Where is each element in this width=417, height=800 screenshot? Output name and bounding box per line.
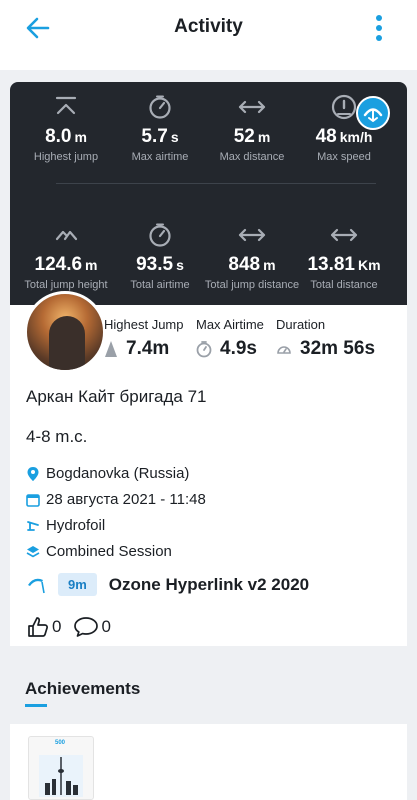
more-options-button[interactable] (367, 14, 391, 42)
app-header: Activity (0, 0, 417, 70)
stat-value: 5.7 (141, 126, 168, 147)
stat-unit: km/h (339, 129, 373, 145)
double-arrow-icon (330, 228, 358, 242)
height-triangle-icon (105, 341, 117, 357)
stat-label: Highest jump (33, 151, 99, 163)
stat-value: 13.81 (307, 254, 355, 275)
stopwatch-icon (196, 341, 212, 358)
stat-unit: m (85, 257, 98, 273)
sport-text: Hydrofoil (46, 517, 106, 534)
stopwatch-icon (149, 223, 171, 247)
achievement-card[interactable]: 500 (28, 736, 94, 800)
stats-panel: 8.0 m Highest jump 5.7 s Max airtime 52 m M… (10, 82, 407, 305)
summary-value: 32m 56s (300, 338, 376, 359)
stopwatch-icon (149, 95, 171, 119)
achievement-number: 500 (55, 740, 66, 746)
stat-label: Total jump height (24, 279, 108, 291)
sport-row: Hydrofoil (26, 517, 105, 534)
session-type-text: Combined Session (46, 543, 172, 560)
stat-label: Max distance (219, 151, 285, 163)
achievements-underline (25, 704, 47, 707)
stat-max-airtime: 5.7 s Max airtime (112, 94, 208, 163)
page-title: Activity (174, 16, 243, 37)
stats-divider (56, 183, 376, 184)
hydrofoil-icon (27, 520, 39, 531)
session-summary: Highest Jump 7.4m Max Airtime 4.9s Durat… (104, 317, 404, 365)
jump-up-icon (55, 96, 77, 115)
stat-value: 8.0 (45, 126, 72, 147)
calendar-icon (26, 493, 40, 507)
stat-unit: Km (357, 257, 381, 273)
stat-total-jump-height: 124.6 m Total jump height (18, 222, 114, 291)
social-row: 0 0 (26, 615, 123, 639)
stat-value: 124.6 (34, 254, 83, 275)
kite-icon (28, 578, 45, 593)
avatar[interactable] (24, 291, 106, 373)
double-arrow-icon (238, 100, 266, 114)
stat-label: Total jump distance (204, 279, 300, 291)
jump-up-double-icon (55, 230, 78, 241)
session-type-row: Combined Session (26, 543, 172, 560)
comment-count: 0 (101, 617, 111, 636)
location-row[interactable]: Bogdanovka (Russia) (26, 465, 189, 482)
summary-label: Duration (276, 317, 326, 332)
achievements-heading: Achievements (25, 679, 141, 698)
session-title: Аркан Кайт бригада 71 (26, 387, 207, 406)
stat-value: 848 (228, 254, 261, 275)
summary-label: Highest Jump (104, 317, 184, 332)
duration-icon (277, 346, 291, 354)
stat-total-airtime: 93.5 s Total airtime (112, 222, 208, 291)
like-count: 0 (52, 617, 62, 636)
date-row: 28 августа 2021 - 11:48 (26, 491, 206, 508)
stat-value: 48 (315, 126, 337, 147)
summary-value: 4.9s (220, 338, 257, 359)
summary-duration: Duration 32m 56s (276, 317, 375, 360)
city-skyline-icon (39, 755, 83, 797)
stat-unit: m (257, 129, 271, 145)
location-pin-icon (27, 466, 39, 481)
stat-label: Total distance (310, 279, 378, 291)
stat-unit: m (74, 129, 87, 145)
stat-highest-jump: 8.0 m Highest jump (18, 94, 114, 163)
avatar-person-silhouette (49, 316, 85, 370)
summary-label: Max Airtime (196, 317, 264, 332)
location-text: Bogdanovka (Russia) (46, 465, 190, 482)
layers-icon (26, 545, 40, 557)
sport-badge-icon (356, 96, 390, 130)
comment-icon[interactable] (73, 616, 99, 638)
speedometer-icon (331, 94, 357, 120)
stat-unit: s (176, 257, 184, 273)
summary-highest-jump: Highest Jump 7.4m (104, 317, 183, 360)
stat-value: 93.5 (136, 254, 174, 275)
session-card: Highest Jump 7.4m Max Airtime 4.9s Durat… (10, 291, 407, 646)
thumbs-up-icon[interactable] (26, 615, 50, 639)
stat-unit: m (263, 257, 276, 273)
kite-name: Ozone Hyperlink v2 2020 (108, 574, 310, 594)
kite-size-badge: 9m (58, 573, 97, 596)
stat-unit: s (170, 129, 179, 145)
kite-row[interactable]: 9m Ozone Hyperlink v2 2020 (26, 573, 309, 596)
double-arrow-icon (238, 228, 266, 242)
stat-label: Max speed (317, 151, 371, 163)
date-text: 28 августа 2021 - 11:48 (46, 491, 206, 508)
stat-label: Total airtime (130, 279, 190, 291)
summary-value: 7.4m (126, 338, 170, 359)
stat-value: 52 (233, 126, 255, 147)
stat-label: Max airtime (131, 151, 189, 163)
stat-max-distance: 52 m Max distance (204, 94, 300, 163)
achievements-list: 500 (10, 724, 407, 800)
stat-total-jump-distance: 848 m Total jump distance (204, 222, 300, 291)
wind-range: 4-8 m.c. (26, 427, 88, 446)
stat-total-distance: 13.81 Km Total distance (296, 222, 392, 291)
more-vertical-icon (376, 15, 382, 41)
summary-max-airtime: Max Airtime 4.9s (196, 317, 264, 360)
